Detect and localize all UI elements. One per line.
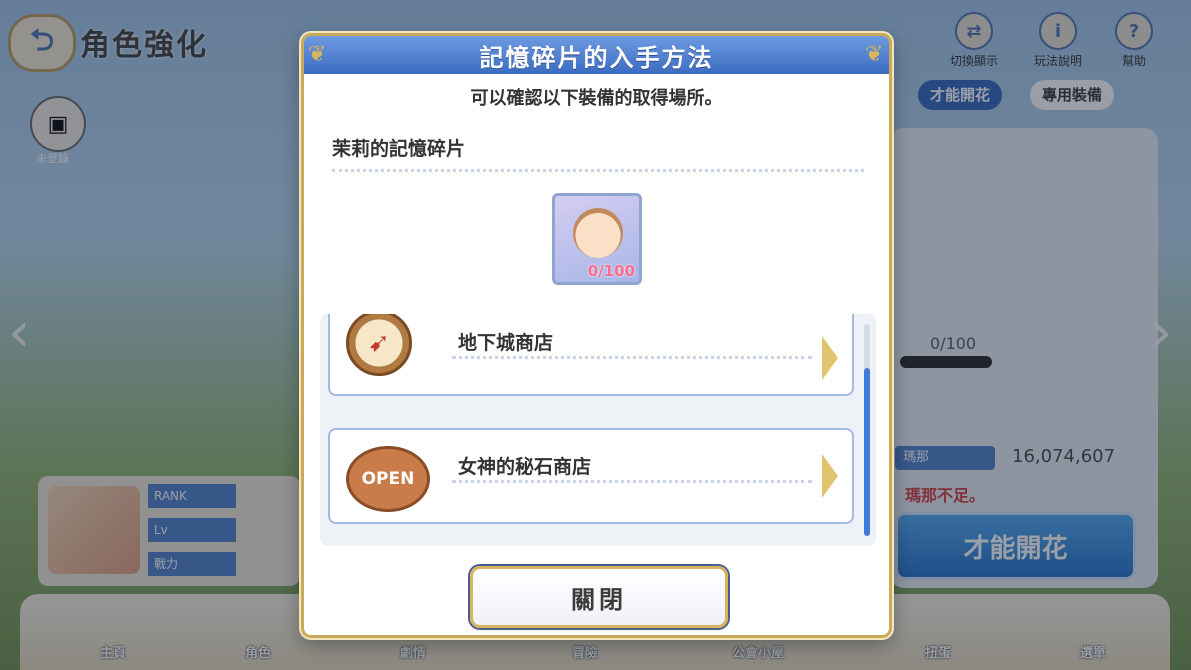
memory-fragment-icon: 0/100 <box>552 193 642 285</box>
character-portrait <box>573 208 623 258</box>
row-divider <box>452 356 812 359</box>
row-divider <box>452 480 812 483</box>
source-label: 地下城商店 <box>458 332 554 354</box>
fragment-count: 0/100 <box>587 262 635 280</box>
chevron-right-icon <box>822 454 838 498</box>
corner-ornament-left-icon: ❦ <box>308 42 327 67</box>
dialog-title: 記憶碎片的入手方法 <box>304 36 889 74</box>
source-list[interactable]: ➹ 地下城商店 OPEN 女神的秘石商店 <box>320 314 876 546</box>
compass-map-icon: ➹ <box>346 314 412 376</box>
chevron-right-icon <box>822 336 838 380</box>
source-row-dungeon-shop[interactable]: ➹ 地下城商店 <box>328 314 854 396</box>
source-row-goddess-stone-shop[interactable]: OPEN 女神的秘石商店 <box>328 428 854 524</box>
dialog-subtitle: 可以確認以下裝備的取得場所。 <box>470 88 723 109</box>
close-button[interactable]: 關閉 <box>470 566 728 628</box>
divider <box>332 169 864 172</box>
source-label: 女神的秘石商店 <box>458 456 592 478</box>
corner-ornament-right-icon: ❦ <box>865 42 884 67</box>
item-name: 茉莉的記憶碎片 <box>332 138 466 160</box>
open-sign-icon: OPEN <box>346 446 430 512</box>
scrollbar-thumb[interactable] <box>864 368 870 536</box>
acquisition-dialog: 記憶碎片的入手方法 ❦ ❦ 可以確認以下裝備的取得場所。 茉莉的記憶碎片 0/1… <box>301 33 892 638</box>
